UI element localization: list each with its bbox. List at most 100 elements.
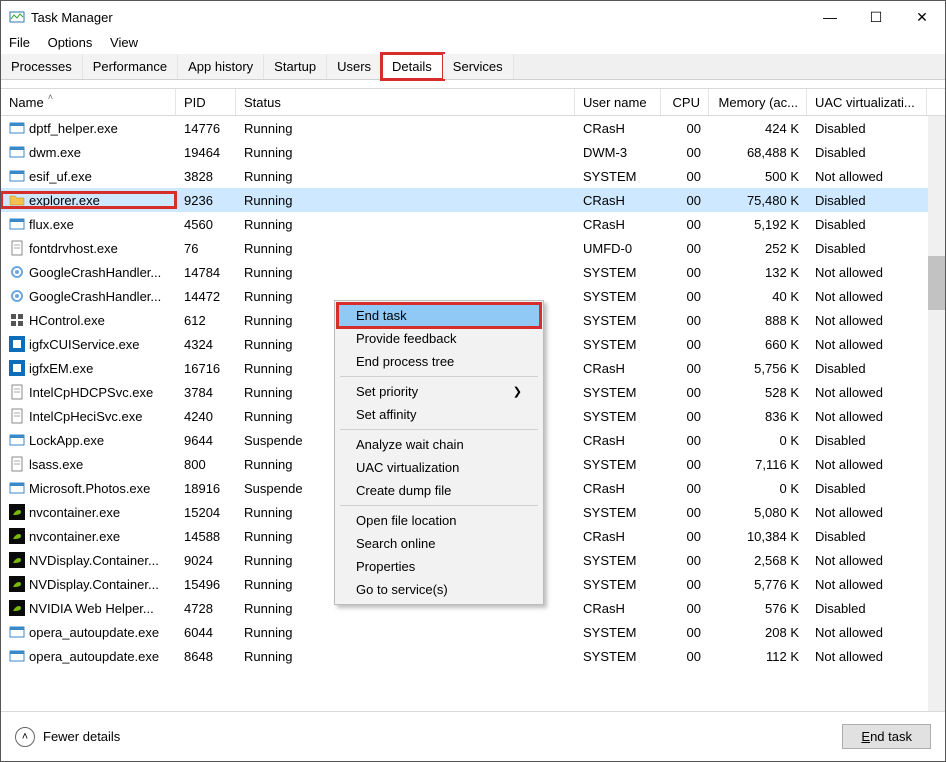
cell-user: CRasH xyxy=(575,529,661,544)
cell-memory: 7,116 K xyxy=(709,457,807,472)
cell-status: Running xyxy=(236,241,575,256)
ctx-end-task[interactable]: End task xyxy=(338,304,540,327)
process-row[interactable]: fontdrvhost.exe76RunningUMFD-000252 KDis… xyxy=(1,236,945,260)
cell-memory: 5,756 K xyxy=(709,361,807,376)
process-row[interactable]: flux.exe4560RunningCRasH005,192 KDisable… xyxy=(1,212,945,236)
cell-pid: 800 xyxy=(176,457,236,472)
header-memory[interactable]: Memory (ac... xyxy=(709,89,807,115)
cell-user: CRasH xyxy=(575,193,661,208)
cell-user: CRasH xyxy=(575,217,661,232)
process-name: nvcontainer.exe xyxy=(29,505,120,520)
header-pid[interactable]: PID xyxy=(176,89,236,115)
process-icon xyxy=(9,528,25,544)
ctx-separator xyxy=(340,376,538,377)
cell-uac: Disabled xyxy=(807,361,927,376)
menu-file[interactable]: File xyxy=(9,35,30,50)
ctx-separator xyxy=(340,505,538,506)
process-name: NVDisplay.Container... xyxy=(29,553,159,568)
cell-pid: 15204 xyxy=(176,505,236,520)
cell-uac: Not allowed xyxy=(807,169,927,184)
process-name: esif_uf.exe xyxy=(29,169,92,184)
ctx-end-tree[interactable]: End process tree xyxy=(338,350,540,373)
ctx-go-to-services[interactable]: Go to service(s) xyxy=(338,578,540,601)
tab-app-history[interactable]: App history xyxy=(178,54,264,79)
minimize-button[interactable]: — xyxy=(807,1,853,33)
process-icon xyxy=(9,120,25,136)
cell-cpu: 00 xyxy=(661,577,709,592)
tab-details[interactable]: Details xyxy=(382,54,443,79)
ctx-open-location[interactable]: Open file location xyxy=(338,509,540,532)
header-cpu[interactable]: CPU xyxy=(661,89,709,115)
process-name: dwm.exe xyxy=(29,145,81,160)
scrollbar-thumb[interactable] xyxy=(928,256,945,310)
cell-name: lsass.exe xyxy=(1,456,176,472)
cell-memory: 2,568 K xyxy=(709,553,807,568)
cell-user: SYSTEM xyxy=(575,265,661,280)
ctx-uac[interactable]: UAC virtualization xyxy=(338,456,540,479)
cell-pid: 4728 xyxy=(176,601,236,616)
process-row[interactable]: dwm.exe19464RunningDWM-30068,488 KDisabl… xyxy=(1,140,945,164)
cell-uac: Not allowed xyxy=(807,553,927,568)
cell-cpu: 00 xyxy=(661,337,709,352)
process-row[interactable]: dptf_helper.exe14776RunningCRasH00424 KD… xyxy=(1,116,945,140)
cell-pid: 14784 xyxy=(176,265,236,280)
menu-view[interactable]: View xyxy=(110,35,138,50)
cell-uac: Disabled xyxy=(807,241,927,256)
cell-pid: 8648 xyxy=(176,649,236,664)
header-name[interactable]: Name˄ xyxy=(1,89,176,115)
process-row[interactable]: esif_uf.exe3828RunningSYSTEM00500 KNot a… xyxy=(1,164,945,188)
cell-uac: Not allowed xyxy=(807,649,927,664)
tab-startup[interactable]: Startup xyxy=(264,54,327,79)
process-icon xyxy=(9,384,25,400)
tab-processes[interactable]: Processes xyxy=(1,54,83,79)
process-row[interactable]: opera_autoupdate.exe8648RunningSYSTEM001… xyxy=(1,644,945,668)
tab-users[interactable]: Users xyxy=(327,54,382,79)
maximize-button[interactable]: ☐ xyxy=(853,1,899,33)
cell-status: Running xyxy=(236,169,575,184)
cell-cpu: 00 xyxy=(661,145,709,160)
process-name: IntelCpHeciSvc.exe xyxy=(29,409,142,424)
cell-uac: Not allowed xyxy=(807,505,927,520)
end-task-button[interactable]: End task xyxy=(842,724,931,749)
header-uac[interactable]: UAC virtualizati... xyxy=(807,89,927,115)
process-row[interactable]: opera_autoupdate.exe6044RunningSYSTEM002… xyxy=(1,620,945,644)
cell-memory: 0 K xyxy=(709,433,807,448)
cell-name: NVIDIA Web Helper... xyxy=(1,600,176,616)
fewer-details-toggle[interactable]: ˄ Fewer details xyxy=(15,727,120,747)
cell-pid: 14472 xyxy=(176,289,236,304)
cell-memory: 132 K xyxy=(709,265,807,280)
ctx-dump[interactable]: Create dump file xyxy=(338,479,540,502)
header-user[interactable]: User name xyxy=(575,89,661,115)
cell-user: SYSTEM xyxy=(575,289,661,304)
menu-options[interactable]: Options xyxy=(48,35,93,50)
ctx-provide-feedback[interactable]: Provide feedback xyxy=(338,327,540,350)
ctx-search-online[interactable]: Search online xyxy=(338,532,540,555)
ctx-analyze[interactable]: Analyze wait chain xyxy=(338,433,540,456)
header-status[interactable]: Status xyxy=(236,89,575,115)
cell-pid: 14776 xyxy=(176,121,236,136)
cell-memory: 75,480 K xyxy=(709,193,807,208)
cell-pid: 9024 xyxy=(176,553,236,568)
scrollbar[interactable] xyxy=(928,116,945,711)
cell-status: Running xyxy=(236,649,575,664)
cell-memory: 5,192 K xyxy=(709,217,807,232)
close-button[interactable]: ✕ xyxy=(899,1,945,33)
cell-name: fontdrvhost.exe xyxy=(1,240,176,256)
cell-name: IntelCpHeciSvc.exe xyxy=(1,408,176,424)
tab-services[interactable]: Services xyxy=(443,54,514,79)
cell-name: opera_autoupdate.exe xyxy=(1,624,176,640)
cell-uac: Disabled xyxy=(807,217,927,232)
cell-cpu: 00 xyxy=(661,457,709,472)
process-name: nvcontainer.exe xyxy=(29,529,120,544)
cell-cpu: 00 xyxy=(661,121,709,136)
process-icon xyxy=(9,504,25,520)
process-row[interactable]: GoogleCrashHandler...14784RunningSYSTEM0… xyxy=(1,260,945,284)
tab-performance[interactable]: Performance xyxy=(83,54,178,79)
ctx-set-priority[interactable]: Set priority ❯ xyxy=(338,380,540,403)
process-icon xyxy=(9,144,25,160)
process-row[interactable]: explorer.exe9236RunningCRasH0075,480 KDi… xyxy=(1,188,945,212)
ctx-properties[interactable]: Properties xyxy=(338,555,540,578)
process-name: NVIDIA Web Helper... xyxy=(29,601,154,616)
cell-user: SYSTEM xyxy=(575,385,661,400)
ctx-set-affinity[interactable]: Set affinity xyxy=(338,403,540,426)
